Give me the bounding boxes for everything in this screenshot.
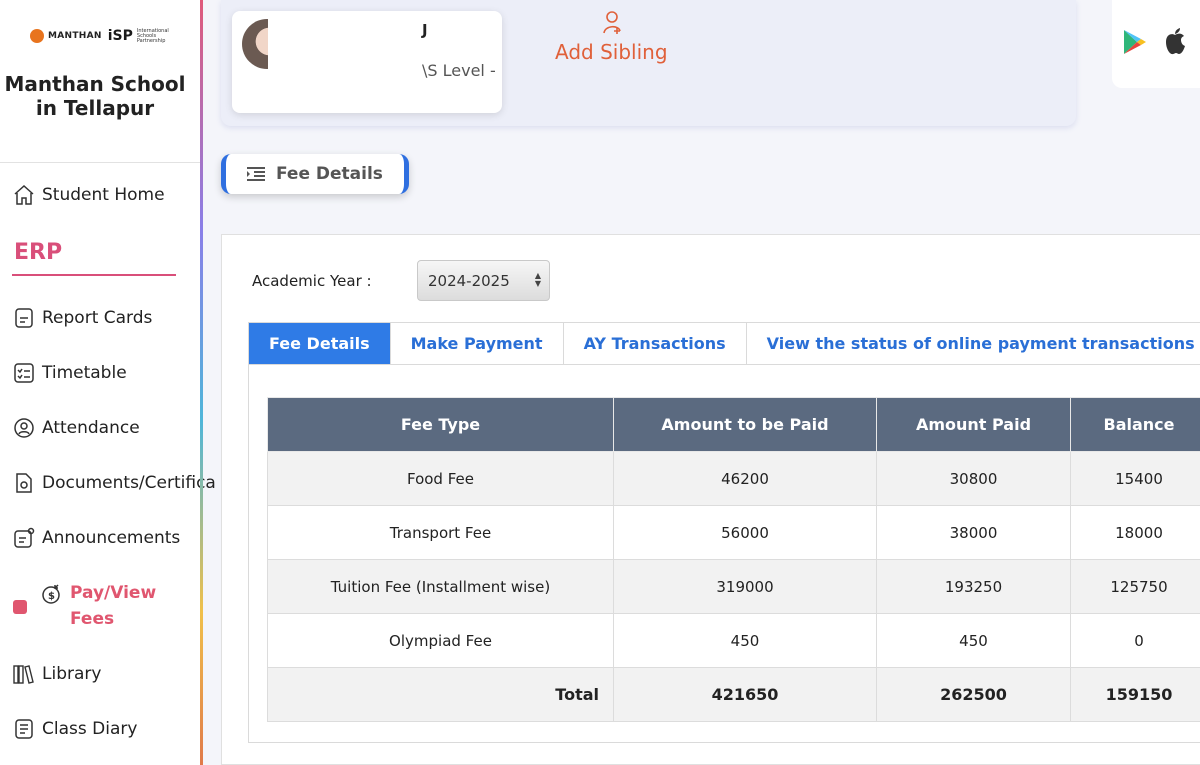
home-icon [12,183,36,207]
sidebar-item-announcements[interactable]: Announcements [12,526,180,550]
table-row: Tuition Fee (Installment wise) 319000 19… [267,559,1200,614]
erp-section-label: ERP [14,240,63,265]
amount-paid-cell: 30800 [876,451,1071,506]
page-title-label: Fee Details [276,164,383,184]
sidebar: MANTHAN iSP International Schools Partne… [0,0,216,765]
add-sibling-button[interactable]: Add Sibling [555,40,668,64]
student-profile-card[interactable]: J \S Level - [232,11,502,113]
amount-to-pay-cell: 319000 [613,559,877,614]
amount-to-pay-cell: 56000 [613,505,877,560]
fee-table: Fee Type Amount to be Paid Amount Paid B… [267,397,1200,722]
balance-cell: 18000 [1070,505,1200,560]
diary-icon [12,717,36,741]
select-arrows-icon: ▲ ▼ [534,271,541,288]
table-row: Transport Fee 56000 38000 18000 [267,505,1200,560]
sidebar-item-label: Student Home [42,185,165,205]
table-header-row: Fee Type Amount to be Paid Amount Paid B… [267,397,1200,452]
total-balance: 159150 [1070,667,1200,722]
sidebar-item-attendance[interactable]: Attendance [12,416,140,440]
tab-make-payment[interactable]: Make Payment [391,323,564,364]
academic-year-value: 2024-2025 [428,271,510,290]
balance-cell: 15400 [1070,451,1200,506]
tab-bar: Fee Details Make Payment AY Transactions… [248,322,1200,365]
sidebar-item-library[interactable]: Library [12,662,101,686]
sidebar-divider [0,162,200,163]
column-header: Balance [1070,397,1200,452]
academic-year-select[interactable]: 2024-2025 ▲ ▼ [417,260,550,301]
amount-to-pay-cell: 46200 [613,451,877,506]
report-icon [12,306,36,330]
user-badge-icon [12,416,36,440]
amount-to-pay-cell: 450 [613,613,877,668]
tab-online-payment-status[interactable]: View the status of online payment transa… [747,323,1200,364]
total-amount-to-pay: 421650 [613,667,877,722]
amount-paid-cell: 38000 [876,505,1071,560]
svg-text:$: $ [48,591,55,602]
amount-paid-cell: 193250 [876,559,1071,614]
fee-icon: $ [40,582,64,606]
student-name: J [422,21,428,39]
balance-cell: 0 [1070,613,1200,668]
total-label: Total [267,667,614,722]
sidebar-edge [200,0,203,765]
amount-paid-cell: 450 [876,613,1071,668]
sidebar-item-report-cards[interactable]: Report Cards [12,306,152,330]
sidebar-item-label: Library [42,664,102,684]
sidebar-item-label: Timetable [42,363,127,383]
manthan-logo-icon [30,29,44,43]
sidebar-item-class-diary[interactable]: Class Diary [12,717,137,741]
column-header: Fee Type [267,397,614,452]
redacted-area [268,11,418,113]
tab-fee-details[interactable]: Fee Details [249,323,391,364]
column-header: Amount Paid [876,397,1071,452]
sidebar-item-label: Attendance [42,418,140,438]
fee-type-cell: Food Fee [267,451,614,506]
logo-brand: MANTHAN [48,31,102,41]
sidebar-item-timetable[interactable]: Timetable [12,361,127,385]
sidebar-item-label: Announcements [42,528,181,548]
student-level: \S Level - [422,61,496,80]
fee-type-cell: Tuition Fee (Installment wise) [267,559,614,614]
sidebar-item-documents[interactable]: Documents/Certifica [12,471,216,495]
logo-partner-sub: International Schools Partnership [136,27,169,44]
checklist-icon [12,361,36,385]
table-row: Food Fee 46200 30800 15400 [267,451,1200,506]
sidebar-item-student-home[interactable]: Student Home [12,183,165,207]
total-amount-paid: 262500 [876,667,1071,722]
table-row: Olympiad Fee 450 450 0 [267,613,1200,668]
apple-icon[interactable] [1162,26,1188,56]
fee-type-cell: Olympiad Fee [267,613,614,668]
document-icon [12,471,36,495]
column-header: Amount to be Paid [613,397,877,452]
school-logo: MANTHAN iSP International Schools Partne… [30,26,175,46]
total-row: Total 421650 262500 159150 [267,667,1200,722]
erp-underline [12,274,176,276]
app-store-links [1112,0,1200,88]
school-name: Manthan School in Tellapur [4,72,186,120]
sidebar-item-label: Documents/Certifica [42,473,216,493]
sidebar-item-label: Pay/View Fees [70,583,157,629]
sidebar-item-label: Class Diary [42,719,138,739]
google-play-icon[interactable] [1122,28,1148,56]
tab-ay-transactions[interactable]: AY Transactions [564,323,747,364]
fee-type-cell: Transport Fee [267,505,614,560]
academic-year-label: Academic Year : [252,272,372,290]
logo-partner: iSP [107,28,133,44]
active-nav-marker [13,600,27,614]
books-icon [12,662,36,686]
announcement-icon [12,526,36,550]
add-user-icon[interactable] [602,10,622,34]
page-title: Fee Details [221,154,409,194]
sidebar-item-label: Report Cards [42,308,153,328]
list-icon [247,167,265,181]
sidebar-item-pay-view-fees[interactable]: $ Pay/View Fees [40,582,170,632]
balance-cell: 125750 [1070,559,1200,614]
